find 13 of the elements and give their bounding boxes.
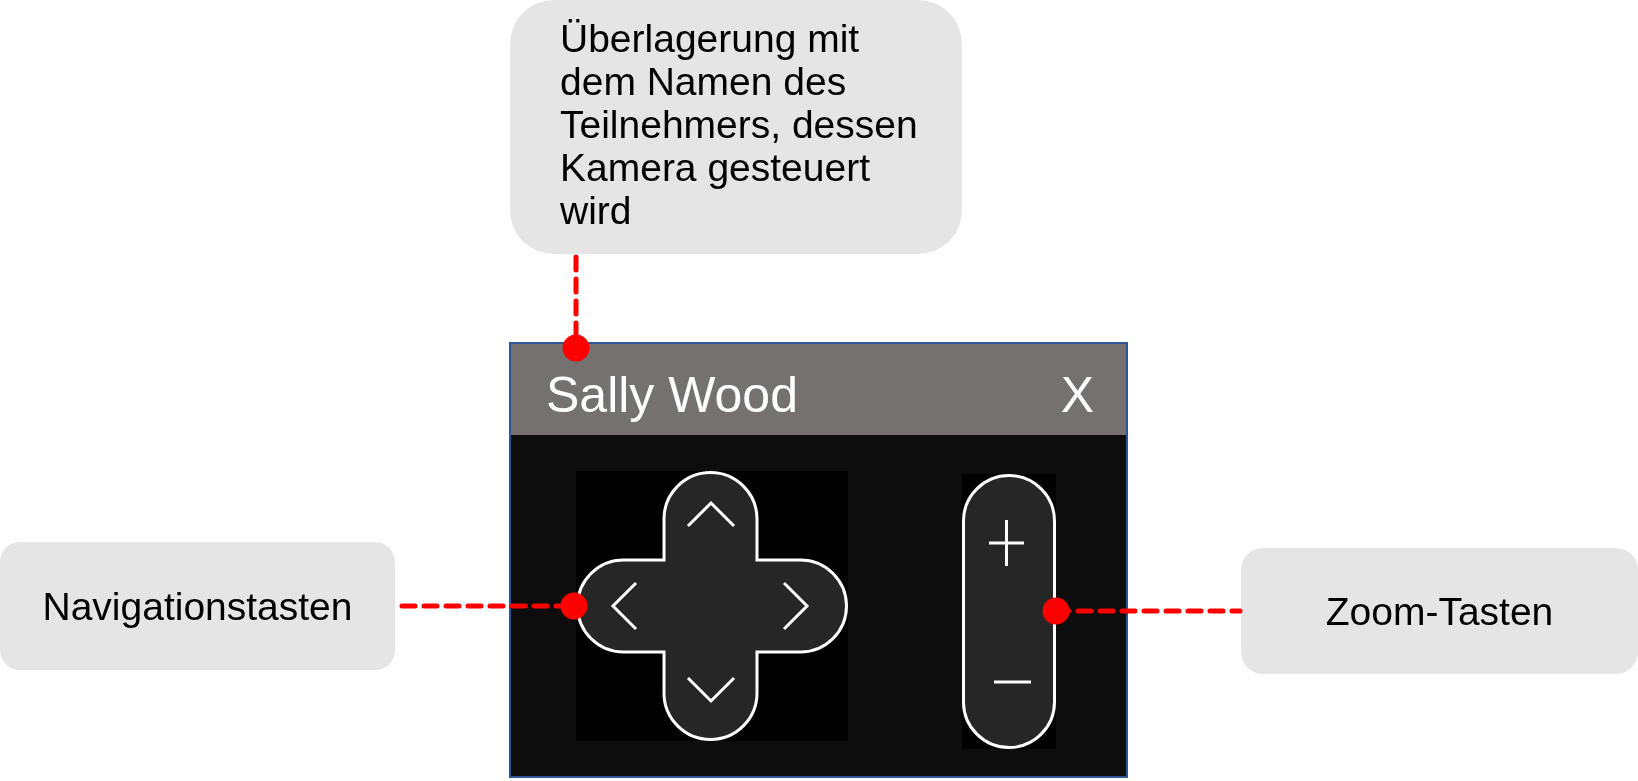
chevron-down-icon[interactable] <box>686 676 736 704</box>
chevron-right-icon[interactable] <box>782 581 810 631</box>
callout-text: Navigationstasten <box>42 584 353 628</box>
callout-text: Zoom-Tasten <box>1325 589 1554 633</box>
navigation-pad[interactable] <box>576 471 848 741</box>
zoom-control[interactable] <box>962 474 1056 749</box>
plus-icon[interactable] <box>989 520 1024 566</box>
chevron-up-icon[interactable] <box>686 500 736 528</box>
minus-icon[interactable] <box>994 680 1031 684</box>
callout-text: Überlagerung mit dem Namen des Teilnehmers, dessen Kamera gesteuert wird <box>560 17 919 232</box>
close-button[interactable]: X <box>1058 366 1096 423</box>
participant-name: Sally Wood <box>546 366 798 423</box>
chevron-left-icon[interactable] <box>610 581 638 631</box>
